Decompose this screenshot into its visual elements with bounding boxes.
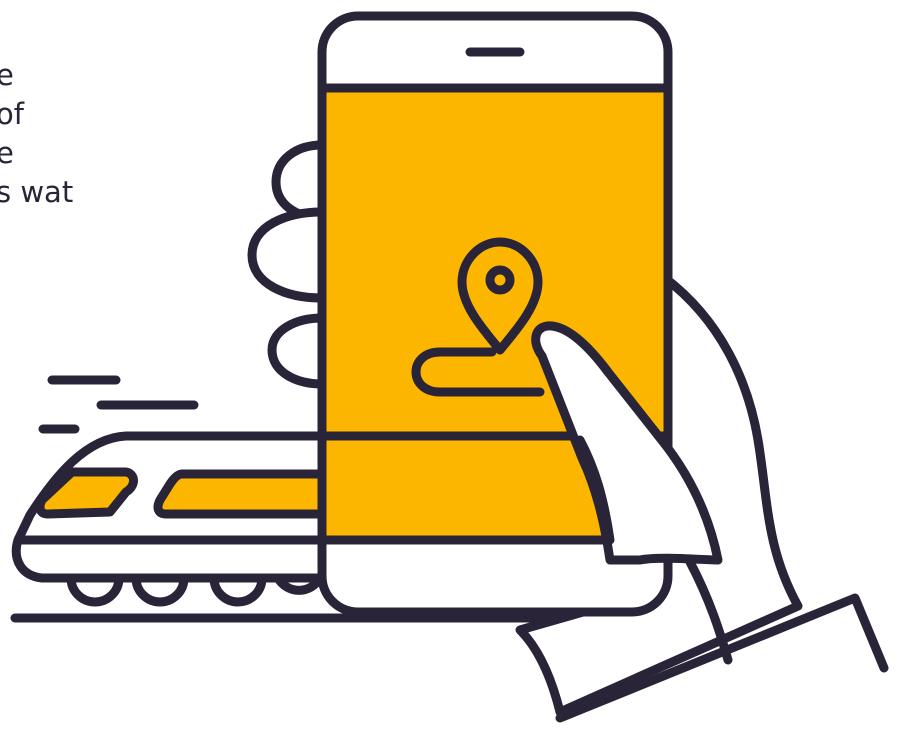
train-icon — [11, 431, 335, 583]
speed-lines-icon — [38, 375, 199, 434]
hand-fingers-icon — [247, 140, 327, 389]
phone-train-illustration — [10, 11, 889, 723]
